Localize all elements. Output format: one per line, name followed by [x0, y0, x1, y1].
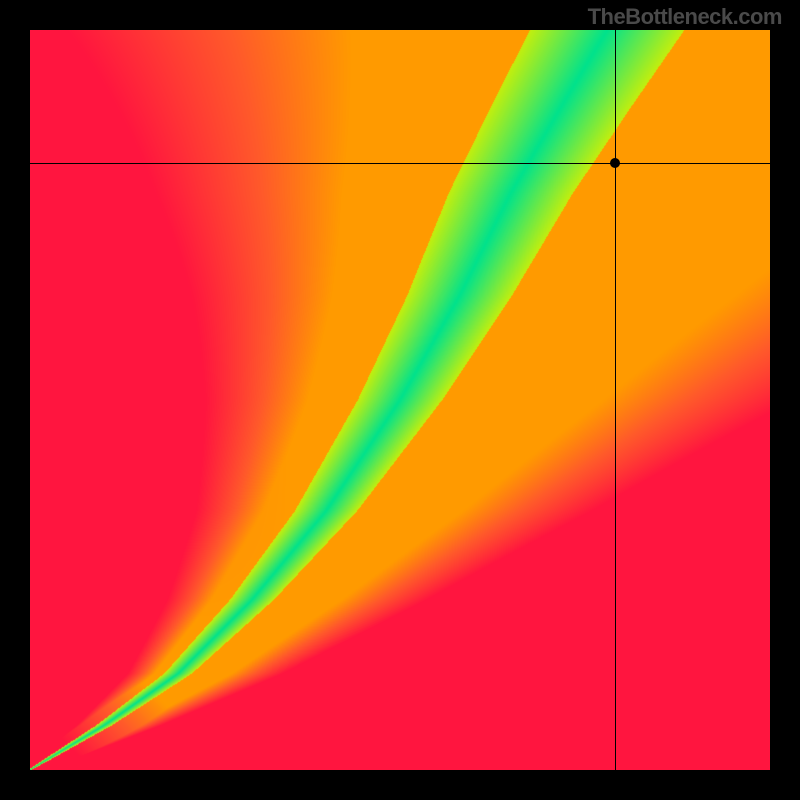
crosshair-vertical: [615, 30, 616, 770]
watermark-text: TheBottleneck.com: [588, 4, 782, 30]
heatmap-canvas: [30, 30, 770, 770]
crosshair-horizontal: [30, 163, 770, 164]
heatmap-plot: [30, 30, 770, 770]
marker-dot: [610, 158, 620, 168]
